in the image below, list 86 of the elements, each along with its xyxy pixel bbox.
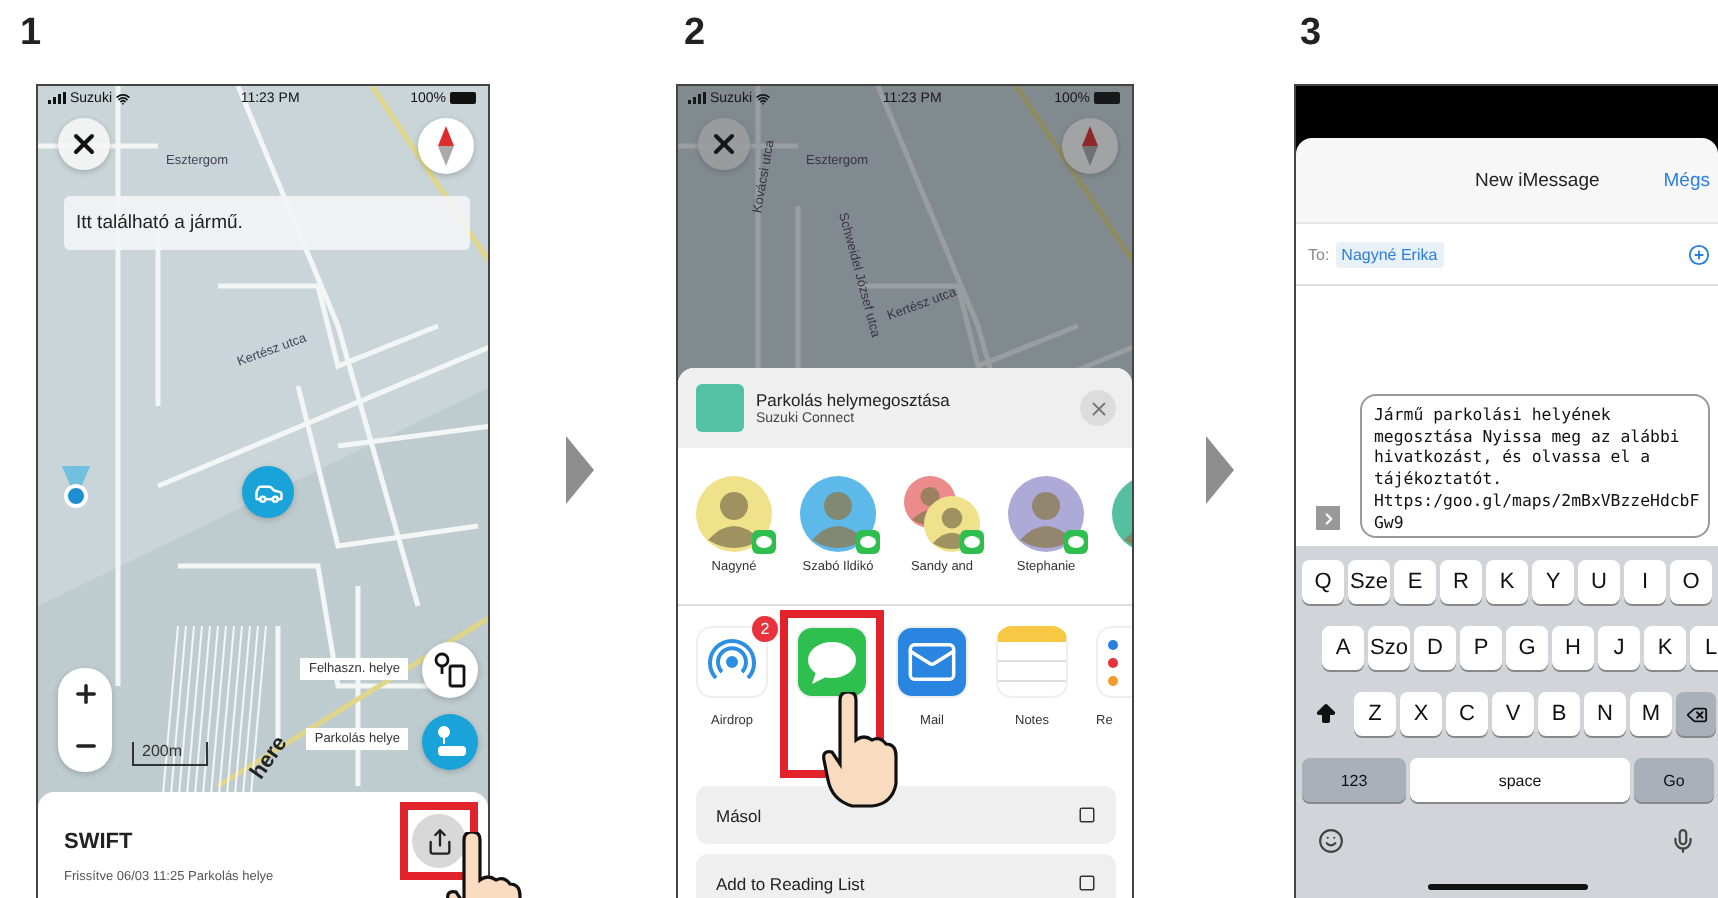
message-badge-icon bbox=[752, 530, 776, 554]
info-banner: Itt található a jármű. bbox=[64, 196, 470, 250]
step-number: 1 bbox=[20, 10, 42, 58]
keyboard-key[interactable]: Z bbox=[1354, 692, 1396, 736]
battery-icon bbox=[1094, 92, 1122, 104]
keyboard-key[interactable]: Y bbox=[1532, 560, 1574, 604]
message-badge-icon bbox=[856, 530, 880, 554]
share-title: Parkolás helymegosztása bbox=[756, 390, 952, 410]
arrow-icon bbox=[566, 435, 594, 503]
keyboard-key[interactable]: N bbox=[1584, 692, 1626, 736]
add-recipient-icon[interactable] bbox=[1688, 243, 1710, 265]
pin-and-phone-icon bbox=[434, 652, 466, 688]
keyboard-key[interactable]: B bbox=[1538, 692, 1580, 736]
arrow-icon bbox=[1206, 435, 1234, 503]
step-number: 3 bbox=[1300, 10, 1322, 58]
vehicle-name: SWIFT bbox=[64, 830, 135, 854]
keyboard-key[interactable]: P bbox=[1460, 626, 1502, 670]
close-icon bbox=[1087, 397, 1109, 419]
contact-avatar[interactable] bbox=[696, 476, 772, 552]
keyboard-key[interactable]: G bbox=[1506, 626, 1548, 670]
contact-avatar[interactable] bbox=[1008, 476, 1084, 552]
keyboard-key[interactable]: Sze bbox=[1348, 560, 1390, 604]
mail-app-icon[interactable] bbox=[896, 626, 968, 698]
close-icon bbox=[68, 128, 100, 160]
notification-badge: 2 bbox=[752, 616, 778, 642]
keyboard-key[interactable]: V bbox=[1492, 692, 1534, 736]
backspace-icon bbox=[1685, 703, 1707, 725]
message-link[interactable]: Https:/goo.gl/maps/2mBxVBzzeHdcbFGw9 bbox=[1374, 490, 1700, 532]
share-icon bbox=[425, 827, 453, 855]
keyboard-key[interactable]: H bbox=[1552, 626, 1594, 670]
close-icon bbox=[708, 128, 740, 160]
square-icon bbox=[1078, 806, 1096, 824]
share-action[interactable]: Add to Reading List bbox=[696, 854, 1116, 898]
wifi-icon bbox=[116, 91, 131, 105]
compass-icon bbox=[1082, 126, 1098, 166]
keyboard-key[interactable]: O bbox=[1670, 560, 1712, 604]
battery-icon bbox=[450, 92, 478, 104]
message-badge-icon bbox=[1064, 530, 1088, 554]
compass-icon bbox=[438, 126, 454, 166]
signal-icon bbox=[48, 92, 66, 104]
map-scale: 200m bbox=[132, 742, 209, 766]
square-icon bbox=[1078, 874, 1096, 892]
app-thumbnail bbox=[696, 384, 744, 432]
microphone-icon[interactable] bbox=[1670, 828, 1696, 854]
go-key[interactable]: Go bbox=[1634, 758, 1714, 802]
keyboard-key[interactable]: C bbox=[1446, 692, 1488, 736]
numbers-key[interactable]: 123 bbox=[1302, 758, 1406, 802]
contact-avatar[interactable] bbox=[800, 476, 876, 552]
backspace-key[interactable] bbox=[1676, 692, 1716, 736]
zoom-in-button[interactable] bbox=[71, 680, 99, 708]
keyboard-key[interactable]: A bbox=[1322, 626, 1364, 670]
share-action[interactable]: Másol bbox=[696, 786, 1116, 844]
keyboard-key[interactable]: E bbox=[1394, 560, 1436, 604]
keyboard-key[interactable]: M bbox=[1630, 692, 1672, 736]
pin-and-car-icon bbox=[432, 724, 468, 760]
keyboard-key[interactable]: Szo bbox=[1368, 626, 1410, 670]
step-number: 2 bbox=[684, 10, 706, 58]
plus-icon bbox=[71, 680, 99, 708]
space-key[interactable]: space bbox=[1410, 758, 1630, 802]
keyboard-key[interactable]: D bbox=[1414, 626, 1456, 670]
cancel-link[interactable]: Mégs bbox=[1663, 169, 1710, 191]
expand-button[interactable] bbox=[1316, 506, 1340, 530]
keyboard-key[interactable]: J bbox=[1598, 626, 1640, 670]
to-label: To: bbox=[1308, 245, 1330, 263]
contact-avatar[interactable] bbox=[904, 476, 980, 552]
keyboard-key[interactable]: I bbox=[1624, 560, 1666, 604]
wifi-icon bbox=[756, 91, 771, 105]
keyboard-key[interactable]: R bbox=[1440, 560, 1482, 604]
message-text: Jármű parkolási helyének megosztása Nyissa meg az alábbi hivatkozást, és olvassa el a tájékoztatót. bbox=[1374, 404, 1682, 488]
shift-icon bbox=[1314, 702, 1338, 726]
airdrop-icon[interactable] bbox=[696, 626, 768, 698]
keyboard-key[interactable]: L bbox=[1690, 626, 1718, 670]
emoji-icon[interactable] bbox=[1318, 828, 1344, 854]
messages-app-icon[interactable] bbox=[796, 626, 868, 698]
keyboard-key[interactable]: U bbox=[1578, 560, 1620, 604]
message-badge-icon bbox=[960, 530, 984, 554]
location-dot-icon bbox=[62, 466, 90, 510]
signal-icon bbox=[688, 92, 706, 104]
keyboard-key[interactable]: X bbox=[1400, 692, 1442, 736]
keyboard-key[interactable]: K bbox=[1644, 626, 1686, 670]
recipient-chip[interactable]: Nagyné Erika bbox=[1335, 241, 1444, 267]
pointing-hand-drawing bbox=[820, 692, 900, 808]
keyboard-key[interactable]: K bbox=[1486, 560, 1528, 604]
keyboard-key[interactable]: Q bbox=[1302, 560, 1344, 604]
share-button[interactable] bbox=[412, 814, 466, 868]
message-title: New iMessage bbox=[1474, 169, 1600, 191]
